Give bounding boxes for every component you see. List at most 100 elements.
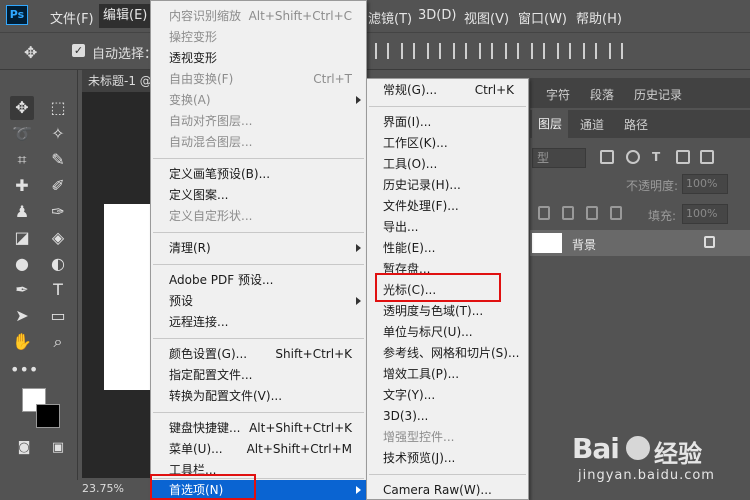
align-icon[interactable] xyxy=(401,43,415,59)
align-icon[interactable] xyxy=(453,43,467,59)
align-icon[interactable] xyxy=(557,43,571,59)
document-tab[interactable]: 未标题-1 @ xyxy=(82,70,152,92)
background-color-swatch[interactable] xyxy=(36,404,60,428)
filter-adjustment-icon[interactable] xyxy=(626,150,640,164)
hand-icon[interactable]: ✋ xyxy=(10,330,34,354)
more-tools-icon[interactable]: ••• xyxy=(10,358,38,382)
menu-item-camera-raw[interactable]: Camera Raw(W)... xyxy=(367,480,528,500)
tab-channels[interactable]: 通道 xyxy=(580,116,604,133)
menu-item-type[interactable]: 文字(Y)... xyxy=(367,385,528,406)
paint-bucket-icon[interactable]: ◈ xyxy=(46,226,70,250)
opacity-input[interactable]: 100% xyxy=(682,174,728,194)
marquee-icon[interactable]: ⬚ xyxy=(46,96,70,120)
blur-icon[interactable]: ● xyxy=(10,252,34,276)
lock-image-icon[interactable] xyxy=(562,206,574,220)
menu-item-color-settings[interactable]: 颜色设置(G)... Shift+Ctrl+K xyxy=(151,344,366,365)
layer-row[interactable]: 背景 xyxy=(530,230,750,256)
layer-kind-filter[interactable]: 型 xyxy=(532,148,586,168)
menu-item-define-pattern[interactable]: 定义图案... xyxy=(151,185,366,206)
menu-item-workspace[interactable]: 工作区(K)... xyxy=(367,133,528,154)
move-icon[interactable]: ✥ xyxy=(10,96,34,120)
menu-item-presets[interactable]: 预设 xyxy=(151,291,366,312)
move-tool-icon[interactable]: ✥ xyxy=(24,43,37,62)
path-select-icon[interactable]: ➤ xyxy=(10,304,34,328)
align-distribute-icons[interactable] xyxy=(375,43,655,61)
menu-item-assign-profile[interactable]: 指定配置文件... xyxy=(151,365,366,386)
filter-type-icon[interactable]: T xyxy=(652,150,666,164)
brush-icon[interactable]: ✐ xyxy=(46,174,70,198)
menu-item-performance[interactable]: 性能(E)... xyxy=(367,238,528,259)
align-icon[interactable] xyxy=(479,43,493,59)
auto-select-checkbox[interactable]: ✓ xyxy=(72,44,85,57)
menu-window[interactable]: 窗口(W) xyxy=(518,8,567,27)
menu-item-units-rulers[interactable]: 单位与标尺(U)... xyxy=(367,322,528,343)
fill-input[interactable]: 100% xyxy=(682,204,728,224)
type-icon[interactable]: T xyxy=(46,278,70,302)
menu-item-enhanced-controls[interactable]: 增强型控件... xyxy=(367,427,528,448)
tab-layers[interactable]: 图层 xyxy=(532,110,569,138)
menu-file[interactable]: 文件(F) xyxy=(50,8,94,27)
filter-shape-icon[interactable] xyxy=(676,150,690,164)
align-icon[interactable] xyxy=(583,43,597,59)
eraser-icon[interactable]: ◪ xyxy=(10,226,34,250)
document-canvas[interactable] xyxy=(104,204,152,390)
menu-item-interface[interactable]: 界面(I)... xyxy=(367,112,528,133)
align-icon[interactable] xyxy=(375,43,389,59)
menu-item-plugins[interactable]: 增效工具(P)... xyxy=(367,364,528,385)
menu-item-export[interactable]: 导出... xyxy=(367,217,528,238)
tab-paths[interactable]: 路径 xyxy=(624,116,648,133)
lock-position-icon[interactable] xyxy=(586,206,598,220)
menu-help[interactable]: 帮助(H) xyxy=(576,8,622,27)
menu-item-puppet-warp[interactable]: 操控变形 xyxy=(151,27,366,48)
align-icon[interactable] xyxy=(609,43,623,59)
menu-item-remote-connections[interactable]: 远程连接... xyxy=(151,312,366,333)
menu-item-define-brush[interactable]: 定义画笔预设(B)... xyxy=(151,164,366,185)
menu-item-define-custom-shape[interactable]: 定义自定形状... xyxy=(151,206,366,227)
menu-3d[interactable]: 3D(D) xyxy=(418,8,456,23)
menu-item-technology-previews[interactable]: 技术预览(J)... xyxy=(367,448,528,469)
menu-item-perspective-warp[interactable]: 透视变形 xyxy=(151,48,366,69)
lasso-icon[interactable]: ➰ xyxy=(10,122,34,146)
zoom-icon[interactable]: ⌕ xyxy=(46,330,70,354)
menu-item-transform[interactable]: 变换(A) xyxy=(151,90,366,111)
pen-icon[interactable]: ✒ xyxy=(10,278,34,302)
tab-paragraph[interactable]: 段落 xyxy=(590,86,614,103)
lock-transparent-icon[interactable] xyxy=(538,206,550,220)
stamp-icon[interactable]: ♟ xyxy=(10,200,34,224)
menu-item-free-transform[interactable]: 自由变换(F) Ctrl+T xyxy=(151,69,366,90)
menu-item-guides-grid-slices[interactable]: 参考线、网格和切片(S)... xyxy=(367,343,528,364)
menu-item-auto-blend-layers[interactable]: 自动混合图层... xyxy=(151,132,366,153)
lock-artboard-icon[interactable] xyxy=(610,206,622,220)
history-brush-icon[interactable]: ✑ xyxy=(46,200,70,224)
healing-brush-icon[interactable]: ✚ xyxy=(10,174,34,198)
menu-item-menus[interactable]: 菜单(U)... Alt+Shift+Ctrl+M xyxy=(151,439,366,460)
menu-item-3d[interactable]: 3D(3)... xyxy=(367,406,528,427)
quick-mask-icon[interactable]: ◙ xyxy=(12,436,36,460)
tab-character[interactable]: 字符 xyxy=(546,86,570,103)
eyedropper-icon[interactable]: ✎ xyxy=(46,148,70,172)
menu-item-transparency-gamut[interactable]: 透明度与色域(T)... xyxy=(367,301,528,322)
magic-wand-icon[interactable]: ✧ xyxy=(46,122,70,146)
menu-item-purge[interactable]: 清理(R) xyxy=(151,238,366,259)
rectangle-icon[interactable]: ▭ xyxy=(46,304,70,328)
menu-item-tools[interactable]: 工具(O)... xyxy=(367,154,528,175)
menu-item-adobe-pdf-presets[interactable]: Adobe PDF 预设... xyxy=(151,270,366,291)
menu-filter[interactable]: 滤镜(T) xyxy=(368,8,412,27)
align-icon[interactable] xyxy=(427,43,441,59)
menu-item-file-handling[interactable]: 文件处理(F)... xyxy=(367,196,528,217)
filter-smart-object-icon[interactable] xyxy=(700,150,714,164)
crop-icon[interactable]: ⌗ xyxy=(10,148,34,172)
menu-item-keyboard-shortcuts[interactable]: 键盘快捷键... Alt+Shift+Ctrl+K xyxy=(151,418,366,439)
menu-item-convert-to-profile[interactable]: 转换为配置文件(V)... xyxy=(151,386,366,407)
align-icon[interactable] xyxy=(531,43,545,59)
menu-item-general[interactable]: 常规(G)... Ctrl+K xyxy=(367,80,528,101)
tab-history[interactable]: 历史记录 xyxy=(634,86,682,103)
menu-view[interactable]: 视图(V) xyxy=(464,8,509,27)
align-icon[interactable] xyxy=(505,43,519,59)
menu-item-content-aware-scale[interactable]: 内容识别缩放 Alt+Shift+Ctrl+C xyxy=(151,6,366,27)
filter-pixel-icon[interactable] xyxy=(600,150,614,164)
menu-item-auto-align-layers[interactable]: 自动对齐图层... xyxy=(151,111,366,132)
menu-item-history-log[interactable]: 历史记录(H)... xyxy=(367,175,528,196)
menu-edit[interactable]: 编辑(E) xyxy=(99,4,152,28)
dodge-icon[interactable]: ◐ xyxy=(46,252,70,276)
